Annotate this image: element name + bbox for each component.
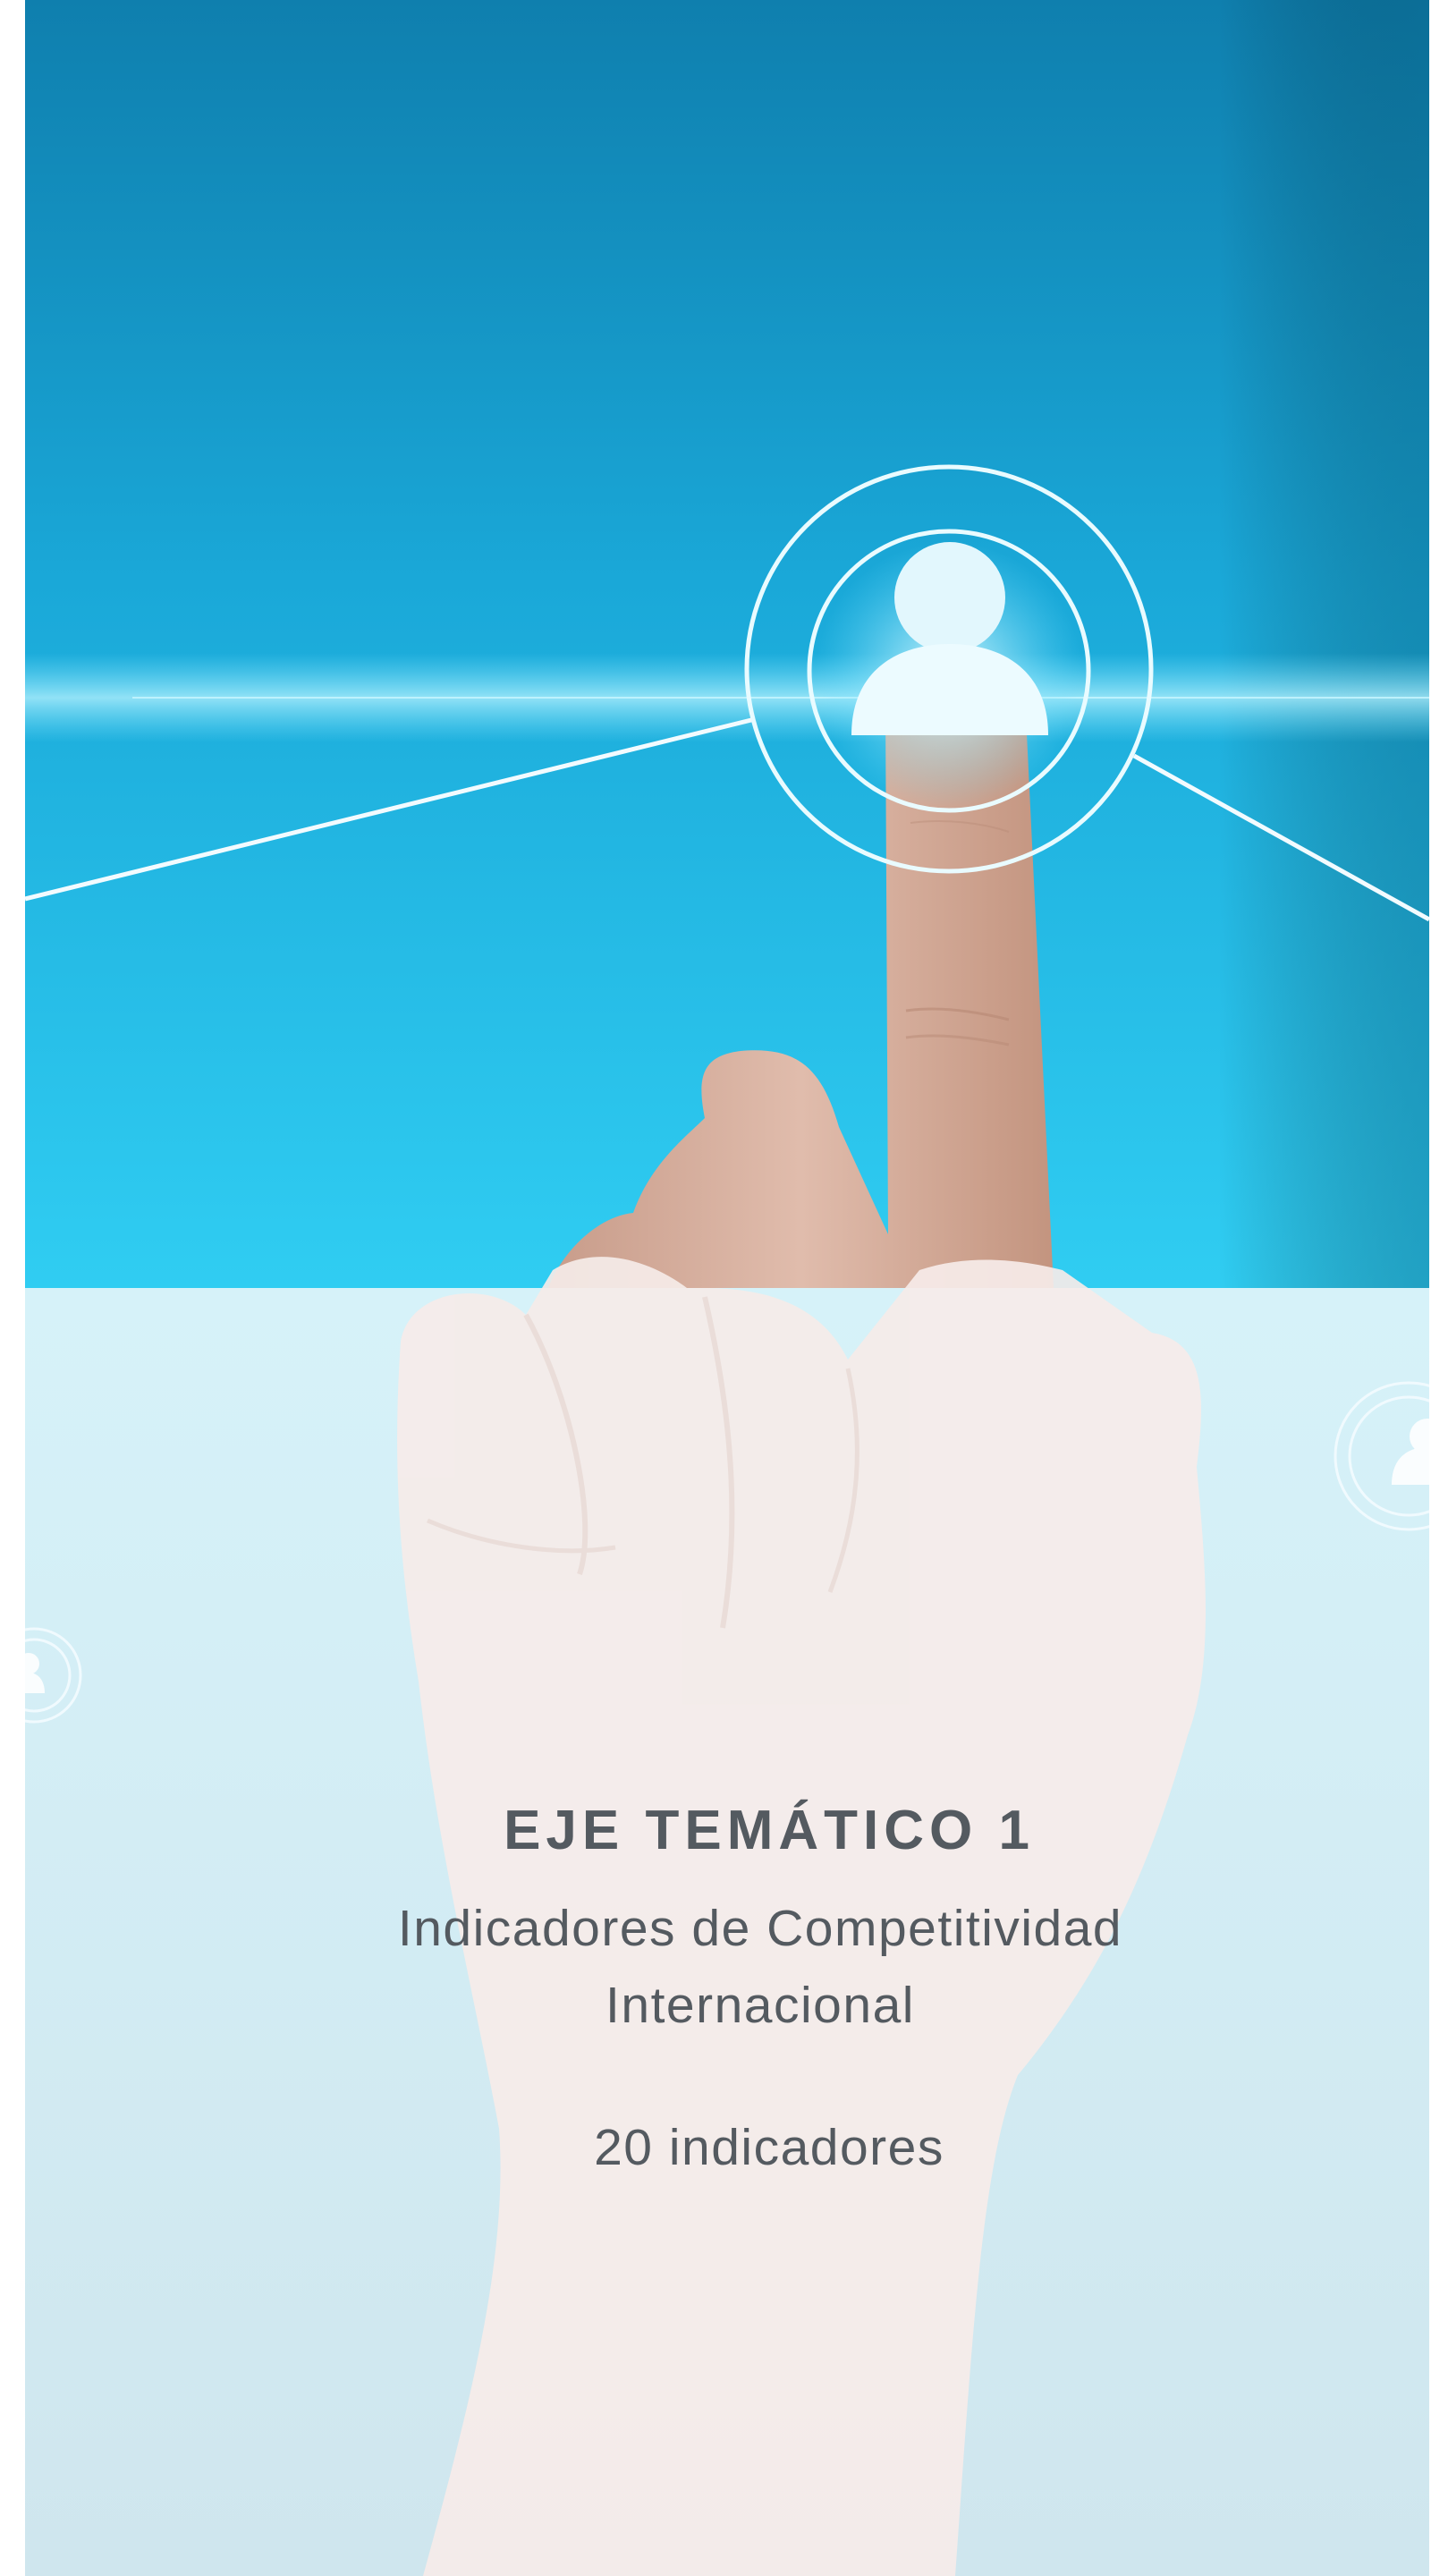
hero-image bbox=[25, 0, 1429, 2576]
subtitle-line-2: Internacional bbox=[605, 1976, 915, 2034]
indicator-count: 20 indicadores bbox=[594, 2119, 944, 2177]
section-subtitle: Indicadores de Competitividad Internacio… bbox=[18, 1891, 1448, 2044]
subtitle-line-1: Indicadores de Competitividad bbox=[397, 1900, 1123, 1958]
cover-page: EJE TEMÁTICO 1 Indicadores de Competitiv… bbox=[0, 0, 1448, 2576]
section-title: EJE TEMÁTICO 1 bbox=[504, 1800, 1035, 1861]
touch-illustration bbox=[25, 0, 1429, 2576]
cover-text: EJE TEMÁTICO 1 Indicadores de Competitiv… bbox=[18, 1798, 1448, 2179]
